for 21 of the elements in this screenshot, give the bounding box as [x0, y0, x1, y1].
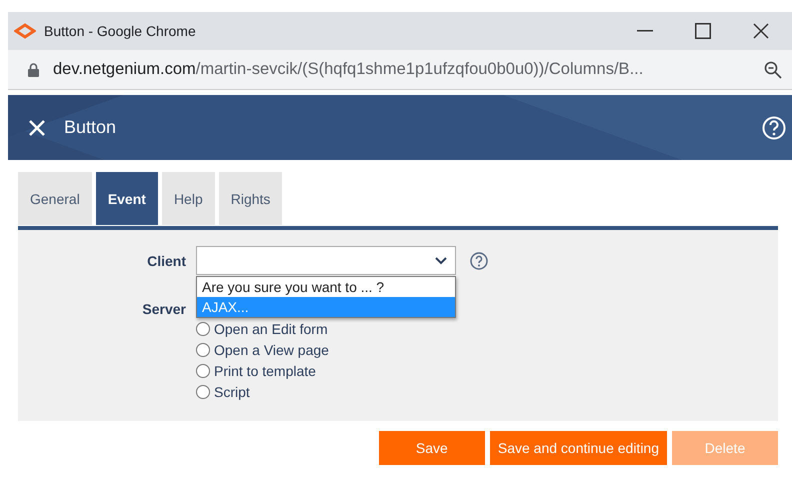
dialog-title: Button — [64, 117, 118, 138]
tab[interactable]: General — [18, 172, 92, 225]
close-icon[interactable] — [753, 23, 769, 39]
dropdown-option[interactable]: Are you sure you want to ... ? — [197, 277, 455, 297]
field-label: Client — [146, 252, 186, 268]
chevron-icon — [435, 256, 447, 264]
field-label: Server — [141, 301, 186, 317]
lock-icon — [28, 62, 39, 76]
tab[interactable]: Help — [162, 172, 215, 225]
window-title: Button - Google Chrome — [44, 23, 197, 39]
minimize-icon[interactable] — [637, 30, 653, 32]
radio-option[interactable]: Script — [196, 384, 778, 400]
tab[interactable]: Event — [96, 172, 158, 225]
tab[interactable]: Rights — [218, 172, 282, 225]
radio-option[interactable]: Open a View page — [196, 342, 778, 358]
radio-option[interactable]: Print to template — [196, 363, 778, 379]
help-icon[interactable] — [470, 252, 488, 270]
logo-icon — [14, 23, 36, 39]
maximize-icon[interactable] — [695, 23, 711, 39]
zoom-icon[interactable] — [764, 60, 782, 78]
radio-option[interactable]: Open an Edit form — [196, 321, 778, 337]
